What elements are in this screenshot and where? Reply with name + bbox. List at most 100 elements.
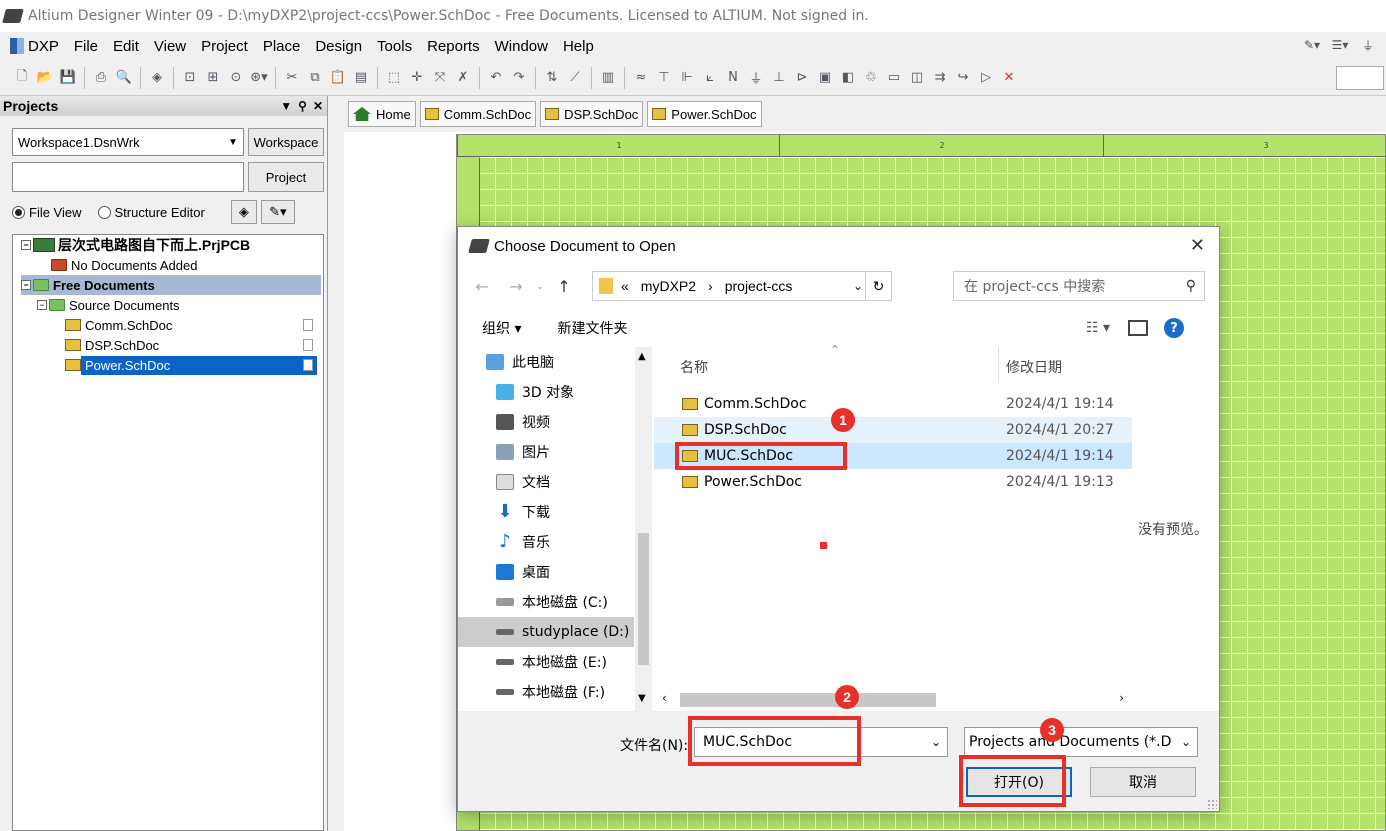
search-input[interactable]: 在 project-ccs 中搜索 ⚲ <box>953 271 1205 301</box>
filetype-select[interactable]: Projects and Documents (*.D ⌄ <box>964 727 1198 757</box>
place-directive-icon[interactable]: ▷ <box>976 68 996 88</box>
no-erc-icon[interactable]: ✕ <box>999 68 1019 88</box>
place-wire-icon[interactable]: ≈ <box>631 68 651 88</box>
menu-place[interactable]: Place <box>263 38 301 55</box>
toolbar-combo[interactable] <box>1336 66 1384 90</box>
scroll-right-icon[interactable]: › <box>1119 691 1124 705</box>
scroll-up-icon[interactable]: ▲ <box>638 351 646 362</box>
place-signal-harness-icon[interactable]: ⟀ <box>700 68 720 88</box>
cross-probe-icon[interactable]: ⟋ <box>565 68 585 88</box>
collapse-icon[interactable]: − <box>21 240 31 250</box>
chevron-down-icon[interactable]: ⌄ <box>853 279 863 293</box>
resize-grip-icon[interactable] <box>1207 799 1217 809</box>
project-options-icon[interactable]: ✎▾ <box>260 200 295 224</box>
tab-dsp[interactable]: DSP.SchDoc <box>540 101 644 127</box>
collapse-icon[interactable]: − <box>21 280 31 290</box>
nav-item-this-pc[interactable]: 此电脑 <box>486 347 652 377</box>
cut-icon[interactable]: ✂ <box>282 68 302 88</box>
file-view-radio[interactable] <box>12 205 25 219</box>
save-icon[interactable]: 💾 <box>58 68 78 88</box>
menu-view[interactable]: View <box>154 38 186 55</box>
forward-arrow-icon[interactable]: → <box>504 277 528 296</box>
tab-home[interactable]: Home <box>348 101 416 127</box>
view-options-icon[interactable]: ☷ ▾ <box>1086 320 1110 336</box>
open-button[interactable]: 打开(O) <box>966 767 1072 797</box>
tree-item-power[interactable]: Power.SchDoc <box>65 355 321 375</box>
wiring-tools-icon[interactable]: ✎▾ <box>1302 36 1322 54</box>
filter-icon[interactable]: ⊛▾ <box>249 68 269 88</box>
file-row-comm[interactable]: Comm.SchDoc 2024/4/1 19:14 <box>654 391 1132 417</box>
organize-button[interactable]: 组织 ▾ <box>482 318 521 338</box>
chevron-down-icon[interactable]: ⌄ <box>931 735 941 749</box>
place-off-sheet-icon[interactable]: ↪ <box>953 68 973 88</box>
project-button[interactable]: Project <box>248 162 324 192</box>
panel-menu-icon[interactable]: ▼ <box>280 99 292 113</box>
tree-item-pcb-project[interactable]: − 层次式电路图自下而上.PrjPCB <box>21 235 317 255</box>
scroll-left-icon[interactable]: ‹ <box>662 691 667 705</box>
place-port-icon[interactable]: ⇉ <box>930 68 950 88</box>
print-icon[interactable]: ⎙ <box>91 68 111 88</box>
chevron-down-icon[interactable]: ⌄ <box>1178 735 1191 749</box>
tab-comm[interactable]: Comm.SchDoc <box>419 101 537 127</box>
menu-design[interactable]: Design <box>315 38 362 55</box>
workspace-combo[interactable]: Workspace1.DsnWrk ▼ <box>12 128 244 156</box>
preview-pane-icon[interactable] <box>1128 320 1148 336</box>
align-tools-icon[interactable]: ☰▾ <box>1330 36 1350 54</box>
paste-icon[interactable]: 📋 <box>328 68 348 88</box>
place-net-label-icon[interactable]: N <box>723 68 743 88</box>
nav-item-music[interactable]: ♪ 音乐 <box>496 527 652 557</box>
breadcrumb-overflow[interactable]: « <box>621 278 629 294</box>
new-folder-button[interactable]: 新建文件夹 <box>557 318 627 338</box>
place-bus-entry-icon[interactable]: ⊩ <box>677 68 697 88</box>
close-icon[interactable]: ✕ <box>313 99 323 113</box>
file-list-hscrollbar[interactable]: ‹ › <box>654 689 1132 711</box>
menu-project[interactable]: Project <box>201 38 248 55</box>
zoom-fit-icon[interactable]: ⊡ <box>180 68 200 88</box>
scrollbar-thumb[interactable] <box>680 693 936 707</box>
nav-item-drive-f[interactable]: 本地磁盘 (F:) <box>496 677 652 707</box>
filename-input[interactable]: MUC.SchDoc ⌄ <box>694 727 948 757</box>
help-icon[interactable]: ? <box>1164 318 1184 338</box>
place-sheet-entry-icon[interactable]: ◧ <box>838 68 858 88</box>
new-file-icon[interactable]: 🗋 <box>12 68 32 88</box>
compile-icon[interactable]: ◈ <box>230 200 257 224</box>
column-name[interactable]: 名称 <box>680 357 708 377</box>
collapse-icon[interactable]: − <box>37 300 47 310</box>
breadcrumb-separator[interactable]: › <box>708 278 713 294</box>
menu-tools[interactable]: Tools <box>377 38 412 55</box>
menu-dxp[interactable]: DXP <box>28 38 59 55</box>
nav-item-pictures[interactable]: 图片 <box>496 437 652 467</box>
menu-edit[interactable]: Edit <box>113 38 139 55</box>
browse-library-icon[interactable]: ▥ <box>598 68 618 88</box>
nav-item-3d-objects[interactable]: 3D 对象 <box>496 377 652 407</box>
breadcrumb-item[interactable]: project-ccs <box>725 278 793 294</box>
copy-icon[interactable]: ⧉ <box>305 68 325 88</box>
tree-item-source-documents[interactable]: − Source Documents <box>37 295 180 315</box>
open-folder-icon[interactable]: 📂 <box>35 68 55 88</box>
rubber-stamp-icon[interactable]: ▤ <box>351 68 371 88</box>
move-icon[interactable]: ✛ <box>407 68 427 88</box>
nav-item-desktop[interactable]: 桌面 <box>496 557 652 587</box>
place-harness-entry-icon[interactable]: ◫ <box>907 68 927 88</box>
place-sheet-symbol-icon[interactable]: ▣ <box>815 68 835 88</box>
place-harness-connector-icon[interactable]: ▭ <box>884 68 904 88</box>
column-divider[interactable] <box>998 347 999 383</box>
scroll-down-icon[interactable]: ▼ <box>638 693 646 704</box>
menu-file[interactable]: File <box>74 38 98 55</box>
file-row-dsp[interactable]: DSP.SchDoc 2024/4/1 20:27 <box>654 417 1132 443</box>
breadcrumb-item[interactable]: myDXP2 <box>641 278 696 294</box>
deselect-icon[interactable]: ⤧ <box>430 68 450 88</box>
menu-help[interactable]: Help <box>563 38 594 55</box>
hierarchy-icon[interactable]: ⇅ <box>542 68 562 88</box>
place-device-sheet-icon[interactable]: ♲ <box>861 68 881 88</box>
nav-item-drive-e[interactable]: 本地磁盘 (E:) <box>496 647 652 677</box>
nav-item-documents[interactable]: 文档 <box>496 467 652 497</box>
panel-splitter[interactable] <box>328 96 344 831</box>
chevron-down-icon[interactable]: ▼ <box>223 137 243 148</box>
print-preview-icon[interactable]: 🔍 <box>114 68 134 88</box>
place-part-icon[interactable]: ⊳ <box>792 68 812 88</box>
refresh-icon[interactable]: ↻ <box>865 272 891 300</box>
ground-tools-icon[interactable]: ⏚ <box>1358 36 1378 54</box>
menu-reports[interactable]: Reports <box>427 38 480 55</box>
scrollbar-thumb[interactable] <box>638 533 649 665</box>
